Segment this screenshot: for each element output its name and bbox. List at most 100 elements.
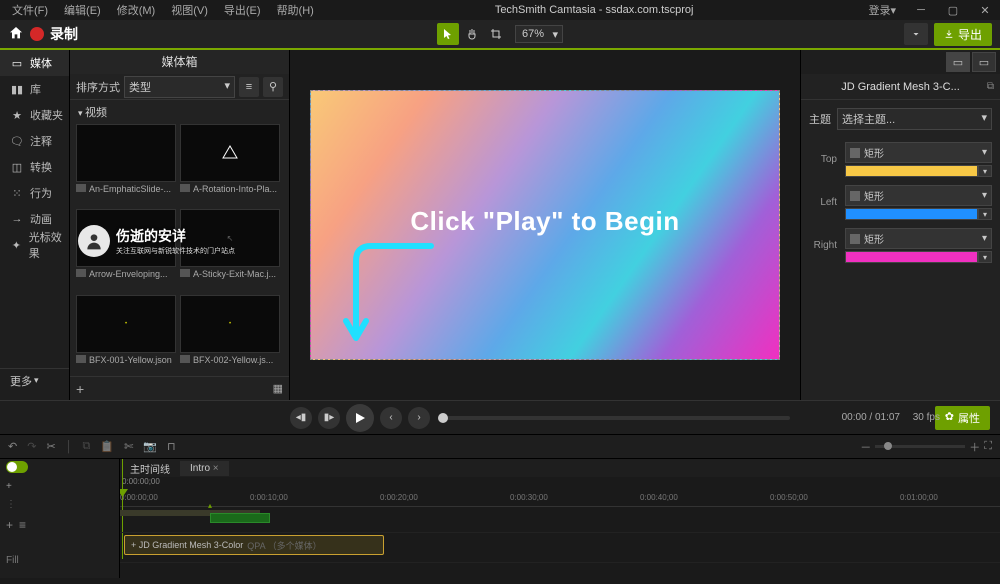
track-toggle[interactable] [6,461,28,473]
export-button[interactable]: 导出 [934,23,992,46]
watermark-avatar-icon [78,225,110,257]
animation-icon: → [10,213,24,225]
prev-frame-button[interactable]: ◂▮ [290,407,312,429]
cut-button[interactable]: ✂ [46,440,55,453]
timeline-ruler[interactable]: 0:00:00;000:00:10;000:00:20;000:00:30;00… [120,491,1000,507]
menu-edit[interactable]: 编辑(E) [58,0,107,20]
pan-tool[interactable] [461,23,483,45]
minimize-button[interactable]: ─ [906,2,936,19]
properties-panel: ▭ ▭ JD Gradient Mesh 3-C...⧉ 主题 选择主题... … [800,50,1000,400]
zoom-out-button[interactable]: － [860,439,871,455]
nav-more[interactable]: 更多▾ [0,368,69,392]
paste-button[interactable]: 📋 [100,440,114,453]
snapshot-button[interactable]: 📷 [143,440,157,453]
add-marker-button[interactable]: + [6,481,12,492]
timeline: + ⋮ +≡ Fill 主时间线 Intro 0:00:00;00 0:00:0… [0,458,1000,578]
shape-select[interactable]: 矩形 [845,185,992,206]
nav-favorites[interactable]: ★收藏夹 [0,102,69,128]
copy-button[interactable]: ⧉ [83,440,91,453]
play-button[interactable] [346,404,374,432]
view-tab-2[interactable]: ▭ [972,52,996,72]
canvas-area: Click "Play" to Begin [290,50,800,400]
cursor-tool[interactable] [437,23,459,45]
zoom-fit-button[interactable]: ⛶ [984,440,992,453]
nav-behaviors[interactable]: ⁙行为 [0,180,69,206]
add-track-button[interactable]: + [6,518,13,532]
sort-label: 排序方式 [76,79,120,95]
media-bin-title: 媒体箱 [70,50,289,74]
login-link[interactable]: 登录▾ [868,2,906,18]
split-button[interactable]: ✄ [124,440,133,453]
view-mode-button[interactable]: ▦ [273,382,283,395]
record-indicator-icon[interactable] [30,27,44,41]
track-options-button[interactable]: ≡ [19,518,26,532]
nav-transitions[interactable]: ◫转换 [0,154,69,180]
menu-export[interactable]: 导出(E) [218,0,267,20]
color-dropdown[interactable]: ▾ [978,208,992,220]
window-title: TechSmith Camtasia - ssdax.com.tscproj [320,4,869,16]
view-tab-1[interactable]: ▭ [946,52,970,72]
scrub-handle[interactable] [438,413,448,423]
nav-cursor-fx[interactable]: ✦光标效果 [0,232,69,258]
media-thumb[interactable]: •BFX-001-Yellow.json [76,295,176,376]
fps-display: 30 fps [913,412,940,423]
close-button[interactable]: ✕ [970,2,1000,19]
marker-track[interactable]: ▴ [120,507,1000,533]
redo-button[interactable]: ↷ [27,440,36,453]
menu-bar: 文件(F) 编辑(E) 修改(M) 视图(V) 导出(E) 帮助(H) [0,0,320,20]
watermark-name: 伤逝的安详 [116,226,235,246]
sort-dir-button[interactable]: ≡ [239,77,259,97]
menu-help[interactable]: 帮助(H) [271,0,320,20]
step-back-button[interactable]: ‹ [380,407,402,429]
shape-select[interactable]: 矩形 [845,142,992,163]
clip-track[interactable]: + JD Gradient Mesh 3-ColorQPA （多个媒体） [120,533,1000,563]
menu-view[interactable]: 视图(V) [165,0,214,20]
media-thumb[interactable]: An-EmphaticSlide-... [76,124,176,205]
star-icon: ★ [10,109,24,122]
timecode: 00:00 / 01:07 [842,412,900,423]
sort-select[interactable]: 类型 [124,76,235,98]
next-frame-button[interactable]: ▮▸ [318,407,340,429]
menu-file[interactable]: 文件(F) [6,0,54,20]
prop-label: Right [809,240,837,251]
media-thumb[interactable]: A-Rotation-Into-Pla... [180,124,280,205]
timeline-tab-intro[interactable]: Intro [180,461,229,476]
filter-button[interactable]: ⚲ [263,77,283,97]
timeline-tab-main[interactable]: 主时间线 [120,459,180,478]
nav-library[interactable]: ▮▮库 [0,76,69,102]
zoom-slider[interactable] [875,445,965,448]
zoom-select[interactable]: 67% [515,25,563,43]
video-section-header[interactable]: 视频 [70,100,289,124]
undo-button[interactable]: ↶ [8,440,17,453]
menu-modify[interactable]: 修改(M) [111,0,162,20]
nav-media[interactable]: ▭媒体 [0,50,69,76]
step-fwd-button[interactable]: › [408,407,430,429]
color-swatch[interactable] [845,251,978,263]
maximize-button[interactable]: ▢ [938,2,968,19]
download-button[interactable] [904,23,928,45]
behavior-icon: ⁙ [10,187,24,200]
nav-annotations[interactable]: 🗨注释 [0,128,69,154]
home-icon[interactable] [8,25,24,44]
arrow-graphic-icon [341,236,441,356]
track-fill-label: Fill [0,537,119,584]
theme-select[interactable]: 选择主题... [837,108,992,130]
prop-label: Left [809,197,837,208]
record-label[interactable]: 录制 [50,24,78,44]
color-dropdown[interactable]: ▾ [978,165,992,177]
scrub-slider[interactable] [440,416,790,420]
popout-icon[interactable]: ⧉ [987,81,994,92]
media-thumb[interactable]: •BFX-002-Yellow.js... [180,295,280,376]
crop-tool[interactable] [485,23,507,45]
timeline-clip[interactable]: + JD Gradient Mesh 3-ColorQPA （多个媒体） [124,535,384,555]
color-swatch[interactable] [845,165,978,177]
shape-select[interactable]: 矩形 [845,228,992,249]
color-dropdown[interactable]: ▾ [978,251,992,263]
properties-button[interactable]: ✿ 属性 [935,406,990,430]
magnet-button[interactable]: ⊓ [167,440,176,453]
canvas[interactable]: Click "Play" to Begin [310,90,780,360]
add-media-button[interactable]: + [76,381,84,397]
zoom-in-button[interactable]: ＋ [969,439,980,455]
color-swatch[interactable] [845,208,978,220]
transition-icon: ◫ [10,161,24,174]
